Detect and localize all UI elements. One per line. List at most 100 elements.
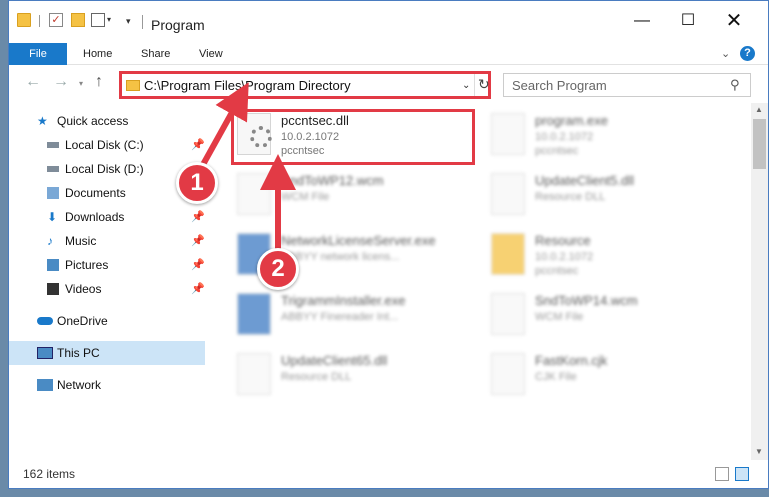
search-placeholder: Search Program [512,78,607,93]
chevron-down-icon[interactable]: ▾ [107,15,111,24]
back-arrow-icon[interactable]: ← [25,73,41,91]
file-name: UpdateClient5.dll [535,173,635,188]
file-icon [491,353,525,395]
music-icon: ♪ [47,234,53,248]
tab-share[interactable]: Share [129,43,182,65]
file-name: NetworkLicenseServer.exe [281,233,436,248]
explorer-window: ✓ ▾ ▾ Program — ☐ ✕ File Home Share View… [8,0,769,489]
large-icons-view-icon[interactable] [735,467,749,481]
step-badge-2: 2 [257,248,299,290]
scrollbar-thumb[interactable] [753,119,766,169]
file-item-program-exe[interactable]: program.exe 10.0.2.1072 pccntsec [483,107,715,163]
address-path[interactable]: C:\Program Files\Program Directory [144,78,351,93]
pin-icon[interactable]: 📌 [191,229,205,253]
file-item-updateclient65[interactable]: UpdateClient65.dll Resource DLL [229,347,461,403]
new-folder-icon[interactable] [71,13,85,27]
file-name: SndToWP12.wcm [281,173,384,188]
forward-arrow-icon[interactable]: → [53,73,69,91]
folder-icon[interactable] [17,13,31,27]
sidebar-item-label: Local Disk (D:) [65,162,144,176]
maximize-button[interactable]: ☐ [665,7,711,35]
file-description: pccntsec [535,145,579,157]
tab-home[interactable]: Home [71,43,124,65]
file-name: SndToWP14.wcm [535,293,638,308]
divider [39,15,40,27]
sidebar-item-quick-access[interactable]: ★ Quick access [9,109,205,133]
help-icon[interactable]: ? [740,46,755,61]
details-view-icon[interactable] [715,467,729,481]
tab-file[interactable]: File [9,43,67,65]
pin-icon[interactable]: 📌 [191,205,205,229]
star-icon: ★ [37,114,48,128]
minimize-button[interactable]: — [619,7,665,35]
file-name: Resource [535,233,591,248]
close-button[interactable]: ✕ [711,7,757,35]
up-arrow-icon[interactable]: ↑ [95,73,103,91]
sidebar-item-label: Music [65,234,97,248]
sidebar-item-label: Network [57,378,102,392]
status-bar: 162 items [9,463,768,487]
file-description: ABBYY Finereader Int... [281,311,399,323]
pin-icon[interactable]: 📌 [191,277,205,301]
search-input[interactable]: Search Program ⚲ [503,73,751,97]
network-icon [37,379,53,391]
file-item-fastkorn[interactable]: FastKorn.cjk CJK File [483,347,715,403]
file-name: UpdateClient65.dll [281,353,388,368]
pin-icon[interactable]: 📌 [191,253,205,277]
disk-icon [47,142,59,148]
file-version: 10.0.2.1072 [535,251,594,263]
videos-icon [47,283,59,295]
file-item-sndtowp14[interactable]: SndToWP14.wcm WCM File [483,287,715,343]
pc-icon [37,347,53,359]
dll-file-icon [237,353,271,395]
scroll-down-icon[interactable]: ▼ [755,447,763,456]
sidebar-item-label: Videos [65,282,102,296]
downloads-icon: ⬇ [47,210,58,224]
file-description: ABBYY network licens... [281,251,400,263]
chevron-down-icon[interactable]: ⌄ [462,80,470,91]
sidebar-item-local-disk-c[interactable]: Local Disk (C:) 📌 [9,133,205,157]
sidebar-item-label: This PC [57,346,100,360]
sidebar-item-label: Local Disk (C:) [65,138,144,152]
sidebar-item-downloads[interactable]: ⬇ Downloads 📌 [9,205,205,229]
scroll-up-icon[interactable]: ▲ [755,105,763,114]
file-name: FastKorn.cjk [535,353,608,368]
customize-toolbar-icon[interactable]: ▾ [126,16,131,27]
exe-file-icon [237,293,271,335]
expand-ribbon-icon[interactable]: ⌄ [721,47,730,60]
sidebar-item-onedrive[interactable]: OneDrive [9,309,205,333]
pin-icon[interactable]: 📌 [191,133,205,157]
sidebar-item-label: Pictures [65,258,109,272]
divider [142,15,143,29]
tab-view[interactable]: View [187,43,235,65]
sidebar-item-this-pc[interactable]: This PC [9,341,205,365]
navigation-bar: ← → ▾ ↑ C:\Program Files\Program Directo… [9,69,768,101]
sidebar-item-videos[interactable]: Videos 📌 [9,277,205,301]
ribbon-tabs: File Home Share View ⌄ ? [9,43,768,65]
search-icon[interactable]: ⚲ [730,77,740,93]
onedrive-icon [37,317,53,325]
file-type: Resource DLL [281,371,352,383]
refresh-icon[interactable]: ↻ [478,76,490,93]
navigation-pane: ★ Quick access Local Disk (C:) 📌 Local D… [9,103,205,460]
sidebar-item-label: Documents [65,186,126,200]
sidebar-item-label: Quick access [57,114,129,128]
window-title: Program [151,17,205,33]
properties-icon[interactable] [91,13,105,27]
sidebar-item-label: Downloads [65,210,125,224]
sidebar-item-pictures[interactable]: Pictures 📌 [9,253,205,277]
dll-file-icon [491,173,525,215]
file-item-updateclient5[interactable]: UpdateClient5.dll Resource DLL [483,167,715,223]
divider [474,74,475,96]
properties-check-icon[interactable]: ✓ [49,13,63,27]
address-bar[interactable]: C:\Program Files\Program Directory ⌄ ↻ [119,71,491,99]
sidebar-item-music[interactable]: ♪ Music 📌 [9,229,205,253]
file-item-trigramminstaller[interactable]: TrigrammInstaller.exe ABBYY Finereader I… [229,287,461,343]
recent-locations-icon[interactable]: ▾ [79,79,83,88]
file-item-sndtowp12[interactable]: SndToWP12.wcm WCM File [229,167,461,223]
vertical-scrollbar[interactable]: ▲ ▼ [751,103,768,460]
file-item-resource[interactable]: Resource 10.0.2.1072 pccntsec [483,227,715,283]
file-name: program.exe [535,113,608,128]
item-count: 162 items [23,467,76,481]
sidebar-item-network[interactable]: Network [9,373,205,397]
